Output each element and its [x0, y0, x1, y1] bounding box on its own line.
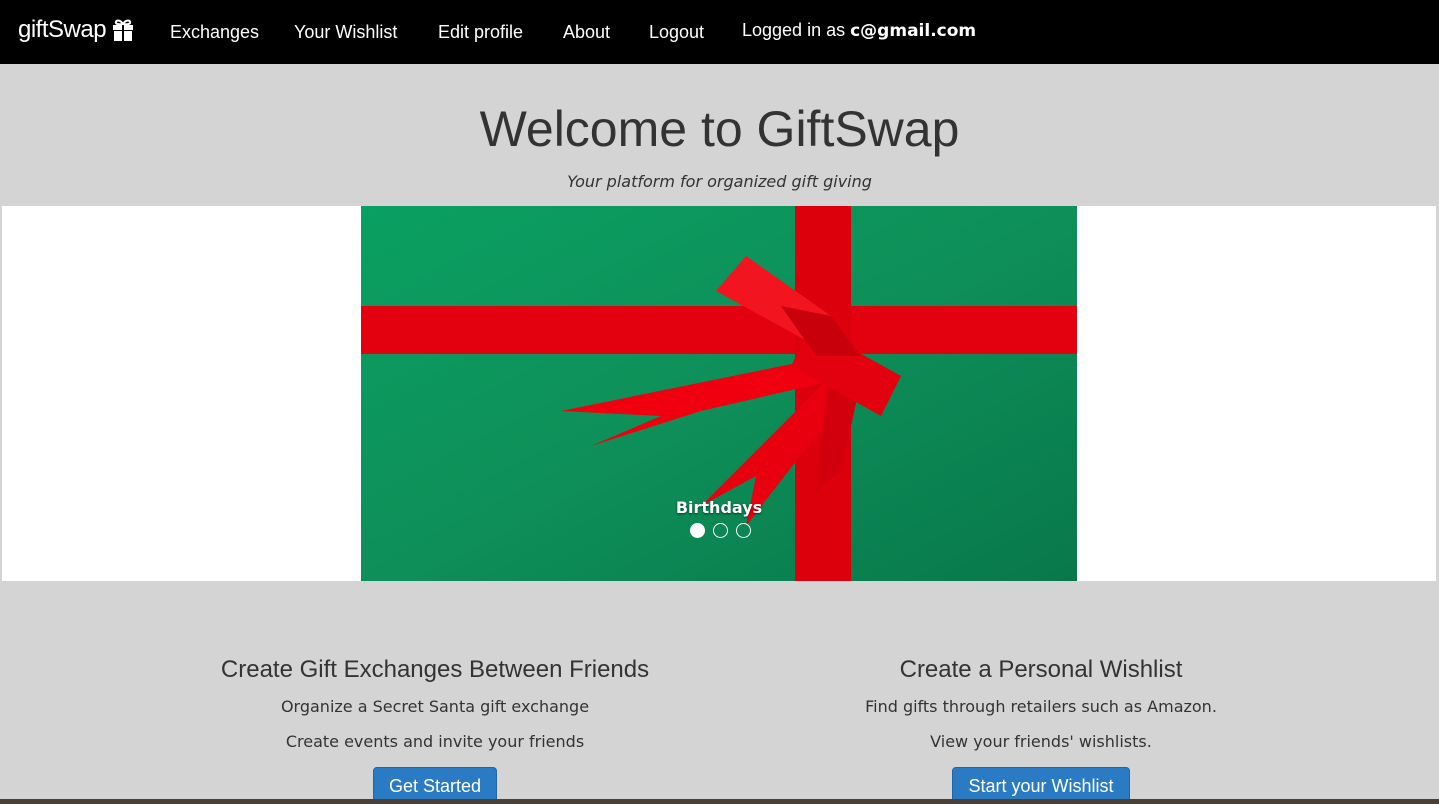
carousel-indicator-3[interactable]	[735, 523, 751, 538]
logged-in-label: Logged in as	[742, 20, 846, 40]
page-title: Welcome to GiftSwap	[479, 101, 960, 157]
carousel-caption: Birthdays	[675, 498, 763, 517]
background-image-edge	[0, 799, 1439, 804]
feature-line: Organize a Secret Santa gift exchange	[280, 697, 590, 716]
feature-title: Create a Personal Wishlist	[899, 656, 1183, 683]
nav-exchanges[interactable]: Exchanges	[170, 22, 259, 43]
carousel-indicators	[361, 523, 1077, 538]
nav-edit-profile[interactable]: Edit profile	[438, 22, 523, 43]
carousel-indicator-1[interactable]	[689, 523, 705, 538]
gift-icon	[111, 18, 135, 42]
carousel-slide[interactable]: Birthdays	[361, 206, 1077, 581]
feature-title: Create Gift Exchanges Between Friends	[220, 656, 650, 683]
feature-line: View your friends' wishlists.	[930, 732, 1152, 751]
carousel-indicator-2[interactable]	[712, 523, 728, 538]
brand-link[interactable]: giftSwap	[18, 16, 135, 44]
user-email: c@gmail.com	[850, 21, 977, 41]
feature-wishlist: Create a Personal Wishlist Find gifts th…	[761, 656, 1321, 804]
nav-logout[interactable]: Logout	[649, 22, 704, 43]
nav-wishlist[interactable]: Your Wishlist	[294, 22, 397, 43]
feature-line: Find gifts through retailers such as Ama…	[865, 697, 1217, 716]
feature-line: Create events and invite your friends	[285, 732, 585, 751]
logged-in-status: Logged in as c@gmail.com	[742, 20, 976, 41]
carousel: Birthdays	[2, 206, 1436, 581]
nav-about[interactable]: About	[563, 22, 610, 43]
navbar: giftSwap Exchanges Your Wishlist Edit pr…	[0, 0, 1439, 64]
feature-exchanges: Create Gift Exchanges Between Friends Or…	[155, 656, 715, 804]
brand-name: giftSwap	[18, 16, 107, 43]
page-subtitle: Your platform for organized gift giving	[567, 172, 872, 191]
